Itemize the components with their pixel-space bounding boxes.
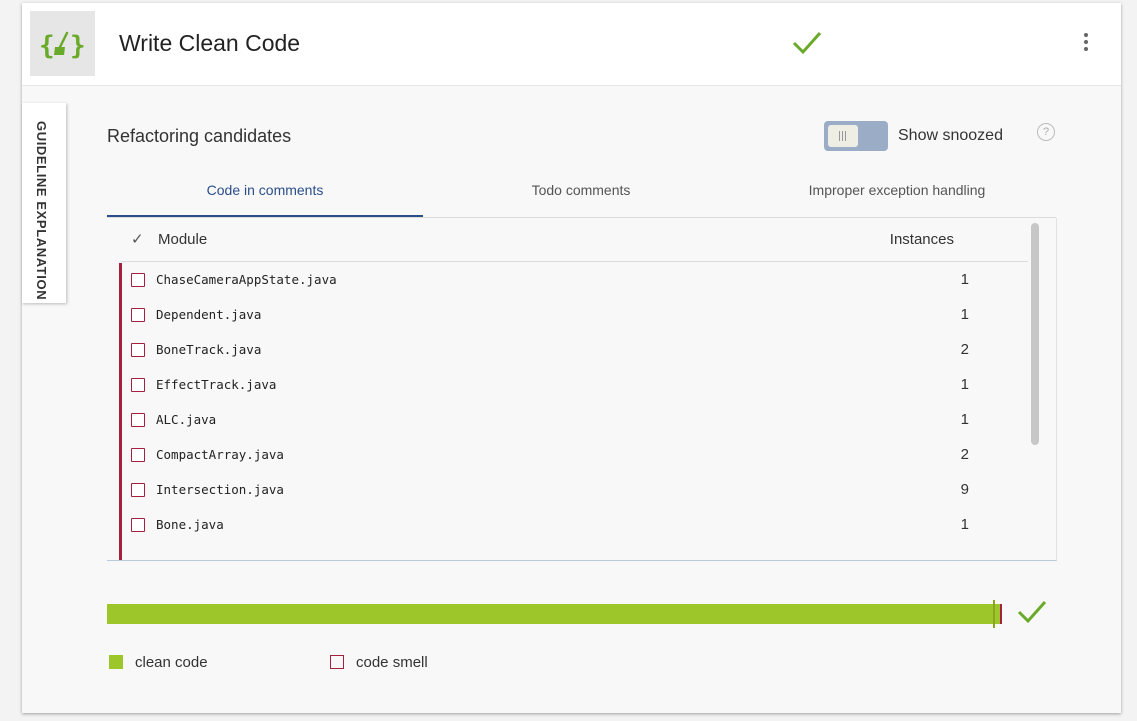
table-body: ChaseCameraAppState.java 1 Dependent.jav… <box>119 263 1032 560</box>
instance-count: 2 <box>960 341 969 358</box>
tab-todo-comments[interactable]: Todo comments <box>423 171 739 215</box>
column-header-instances[interactable]: Instances <box>890 231 954 248</box>
table-row[interactable]: EffectTrack.java 1 <box>122 368 1032 403</box>
check-icon <box>1017 599 1047 630</box>
module-name: CompactArray.java <box>156 447 284 462</box>
show-snoozed-label: Show snoozed <box>898 127 1003 144</box>
table-row[interactable]: Dependent.java 1 <box>122 298 1032 333</box>
svg-text:}: } <box>70 31 86 61</box>
vertical-dots-icon <box>1084 33 1088 37</box>
tab-code-in-comments[interactable]: Code in comments <box>107 171 423 217</box>
module-name: BoneTrack.java <box>156 342 262 357</box>
table-row[interactable]: CompactArray.java 2 <box>122 438 1032 473</box>
row-checkbox[interactable] <box>131 273 145 287</box>
instance-count: 1 <box>960 411 969 428</box>
clean-code-swatch <box>109 655 123 669</box>
table-row[interactable]: BoneTrack.java 2 <box>122 333 1032 368</box>
table-row[interactable]: Bone.java 1 <box>122 508 1032 543</box>
row-checkbox[interactable] <box>131 343 145 357</box>
instance-count: 9 <box>960 481 969 498</box>
side-tab-label: GUIDELINE EXPLANATION <box>34 121 49 301</box>
legend-clean-code: clean code <box>135 654 208 671</box>
svg-text:{: { <box>39 31 55 61</box>
row-checkbox[interactable] <box>131 518 145 532</box>
braces-broom-icon: { } <box>30 11 95 76</box>
module-name: Intersection.java <box>156 482 284 497</box>
table-row[interactable]: ChaseCameraAppState.java 1 <box>122 263 1032 298</box>
row-checkbox[interactable] <box>131 448 145 462</box>
table-row[interactable]: Intersection.java 9 <box>122 473 1032 508</box>
table-row[interactable]: ALC.java 1 <box>122 403 1032 438</box>
instance-count: 2 <box>960 446 969 463</box>
clean-code-progress-bar <box>107 604 994 624</box>
select-all-check-icon[interactable]: ✓ <box>131 230 144 248</box>
module-name: EffectTrack.java <box>156 377 277 392</box>
toggle-knob[interactable] <box>828 125 858 147</box>
page-title: Write Clean Code <box>119 30 301 56</box>
progress-target-marker <box>993 600 995 628</box>
row-checkbox[interactable] <box>131 308 145 322</box>
module-name: ChaseCameraAppState.java <box>156 272 337 287</box>
check-icon <box>792 30 822 61</box>
row-checkbox[interactable] <box>131 413 145 427</box>
legend-code-smell: code smell <box>356 654 428 671</box>
instance-count: 1 <box>960 516 969 533</box>
module-name: Dependent.java <box>156 307 262 322</box>
row-checkbox[interactable] <box>131 483 145 497</box>
instance-count: 1 <box>960 376 969 393</box>
show-snoozed-toggle[interactable] <box>824 121 888 151</box>
guideline-card: { } Write Clean Code GUIDELINE EXPLANATI… <box>22 3 1121 713</box>
instance-count: 1 <box>960 271 969 288</box>
section-title: Refactoring candidates <box>107 126 292 146</box>
row-checkbox[interactable] <box>131 378 145 392</box>
card-header: { } Write Clean Code <box>22 3 1121 86</box>
question-circle-icon[interactable]: ? <box>1037 123 1055 141</box>
table-header: ✓ Module Instances <box>121 218 1028 262</box>
table-scrollbar[interactable] <box>1031 223 1039 445</box>
column-header-module[interactable]: Module <box>158 231 207 248</box>
module-name: Bone.java <box>156 517 224 532</box>
guideline-explanation-tab[interactable]: GUIDELINE EXPLANATION <box>22 103 66 303</box>
candidates-table: ✓ Module Instances ChaseCameraAppState.j… <box>107 218 1057 561</box>
more-menu-button[interactable] <box>1079 33 1093 57</box>
instance-count: 1 <box>960 306 969 323</box>
module-name: ALC.java <box>156 412 217 427</box>
tab-improper-exception-handling[interactable]: Improper exception handling <box>739 171 1055 215</box>
tab-bar: Code in comments Todo comments Improper … <box>107 171 1056 218</box>
code-smell-swatch <box>330 655 344 669</box>
